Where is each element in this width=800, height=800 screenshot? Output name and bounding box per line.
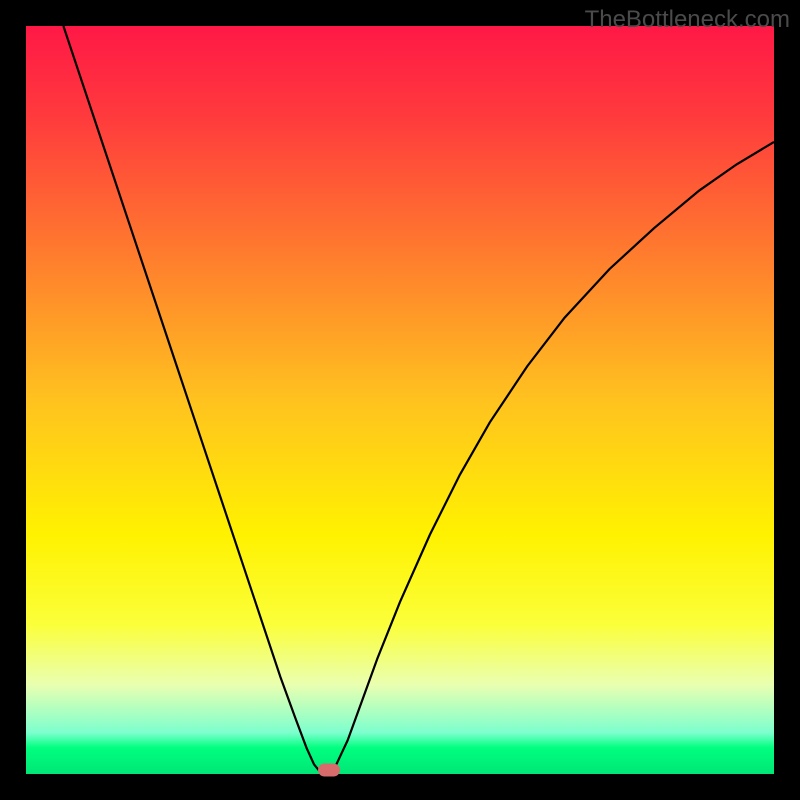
plot-area [26, 26, 774, 774]
watermark-text: TheBottleneck.com [585, 6, 790, 34]
optimum-marker [318, 763, 340, 776]
bottleneck-curve [63, 26, 774, 774]
curve-layer [26, 26, 774, 774]
